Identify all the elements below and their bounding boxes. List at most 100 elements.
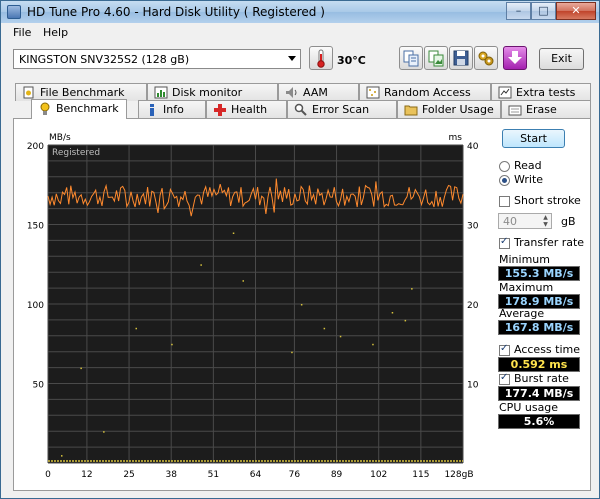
tab-folder-usage[interactable]: Folder Usage: [397, 100, 501, 118]
close-button[interactable]: ✕: [556, 2, 596, 20]
copy-info-button[interactable]: [399, 46, 423, 70]
access-time-checkbox[interactable]: [499, 343, 510, 356]
access-time-point: [80, 367, 82, 370]
maximum-label: Maximum: [499, 281, 554, 294]
health-cross-icon: [214, 104, 226, 116]
extra-tests-icon: [498, 86, 512, 99]
average-value: 167.8 MB/s: [498, 320, 580, 335]
y-left-tick-label: 100: [27, 301, 44, 311]
transfer-rate-label[interactable]: Transfer rate: [514, 236, 584, 249]
tab-aam[interactable]: AAM: [278, 83, 359, 101]
tab-erase-label: Erase: [526, 103, 557, 116]
spin-down-icon[interactable]: ▼: [540, 221, 551, 228]
tab-folder-usage-label: Folder Usage: [422, 103, 494, 116]
y-left-unit: MB/s: [49, 133, 71, 143]
tab-file-benchmark-label: File Benchmark: [40, 86, 125, 99]
x-tick-label: 128gB: [444, 470, 473, 480]
access-time-point: [391, 312, 394, 314]
x-tick-label: 25: [123, 470, 134, 480]
chevron-down-icon[interactable]: [288, 56, 296, 61]
access-time-label[interactable]: Access time: [514, 343, 580, 356]
disk-monitor-icon: [154, 86, 168, 99]
app-icon: [7, 5, 21, 19]
tab-erase[interactable]: Erase: [501, 100, 591, 118]
cpu-usage-value: 5.6%: [498, 414, 580, 429]
thermometer-icon: [317, 49, 325, 68]
download-arrow-icon: [508, 51, 522, 64]
access-time-point: [404, 319, 407, 322]
info-icon: [150, 104, 154, 116]
burst-rate-value: 177.4 MB/s: [498, 386, 580, 401]
short-stroke-unit: gB: [561, 215, 576, 228]
x-tick-label: 38: [165, 470, 177, 480]
tab-benchmark[interactable]: Benchmark: [31, 99, 127, 119]
short-stroke-label[interactable]: Short stroke: [514, 194, 581, 207]
options-button[interactable]: [474, 46, 498, 70]
tab-aam-label: AAM: [303, 86, 328, 99]
x-tick-label: 0: [45, 470, 51, 480]
chart-watermark: Registered: [52, 148, 100, 158]
folder-icon: [404, 105, 418, 116]
access-time-point: [200, 264, 202, 266]
short-stroke-checkbox[interactable]: [499, 196, 510, 207]
tab-disk-monitor[interactable]: Disk monitor: [147, 83, 278, 101]
y-left-tick-label: 150: [27, 222, 44, 232]
access-time-point: [103, 431, 105, 433]
minimize-button[interactable]: –: [506, 2, 531, 20]
tab-extra-tests-label: Extra tests: [516, 86, 576, 99]
maximize-button[interactable]: □: [531, 2, 556, 20]
y-right-tick-label: 20: [467, 301, 479, 311]
access-time-point: [291, 351, 293, 354]
short-stroke-spinner[interactable]: 40 ▲ ▼: [498, 213, 552, 229]
write-radio[interactable]: [499, 175, 510, 186]
copy-screenshot-button[interactable]: [424, 46, 448, 70]
access-time-point: [61, 455, 63, 457]
drive-select[interactable]: KINGSTON SNV325S2 (128 gB): [13, 49, 301, 69]
spin-up-icon[interactable]: ▲: [540, 214, 551, 221]
tab-random-access-label: Random Access: [384, 86, 471, 99]
write-label[interactable]: Write: [514, 173, 543, 186]
transfer-rate-checkbox[interactable]: [499, 236, 510, 249]
x-tick-label: 115: [412, 470, 429, 480]
short-stroke-value: 40: [503, 215, 517, 228]
title-bar[interactable]: HD Tune Pro 4.60 - Hard Disk Utility ( R…: [1, 1, 599, 23]
x-tick-label: 102: [370, 470, 387, 480]
tab-health[interactable]: Health: [206, 100, 287, 118]
x-tick-label: 76: [289, 470, 301, 480]
y-left-tick-label: 200: [27, 142, 44, 152]
exit-button[interactable]: Exit: [539, 48, 584, 70]
x-tick-label: 64: [250, 470, 262, 480]
gears-icon: [478, 51, 494, 66]
y-right-tick-label: 30: [467, 222, 479, 232]
access-time-point: [411, 288, 413, 290]
menu-file[interactable]: File: [13, 26, 31, 39]
x-tick-label: 89: [331, 470, 343, 480]
tab-error-scan[interactable]: Error Scan: [287, 100, 397, 118]
random-access-icon: [366, 86, 380, 99]
benchmark-chart: Registered MB/s ms 20015010050 40302010 …: [27, 133, 479, 480]
tab-extra-tests[interactable]: Extra tests: [491, 83, 591, 101]
start-button[interactable]: Start: [502, 129, 565, 148]
benchmark-icon: [40, 102, 50, 115]
read-radio[interactable]: [499, 161, 510, 172]
temperature-readout: 30°C: [337, 54, 366, 67]
y-right-unit: ms: [449, 133, 463, 143]
temperature-button[interactable]: [309, 46, 333, 70]
burst-rate-checkbox[interactable]: [499, 372, 510, 385]
tab-random-access[interactable]: Random Access: [359, 83, 491, 101]
access-time-value: 0.592 ms: [498, 357, 580, 372]
magnifier-icon: [294, 103, 307, 116]
access-time-point: [372, 343, 374, 346]
average-label: Average: [499, 307, 545, 320]
save-button[interactable]: [449, 46, 473, 70]
cpu-usage-label: CPU usage: [499, 401, 559, 414]
burst-rate-label[interactable]: Burst rate: [514, 372, 569, 385]
menu-help[interactable]: Help: [43, 26, 68, 39]
y-right-tick-label: 10: [467, 381, 479, 391]
tab-info[interactable]: Info: [138, 100, 206, 118]
copy-icon: [403, 50, 419, 67]
download-button[interactable]: [503, 46, 527, 70]
minimum-label: Minimum: [499, 253, 550, 266]
floppy-disk-icon: [453, 50, 469, 66]
read-label[interactable]: Read: [514, 159, 542, 172]
